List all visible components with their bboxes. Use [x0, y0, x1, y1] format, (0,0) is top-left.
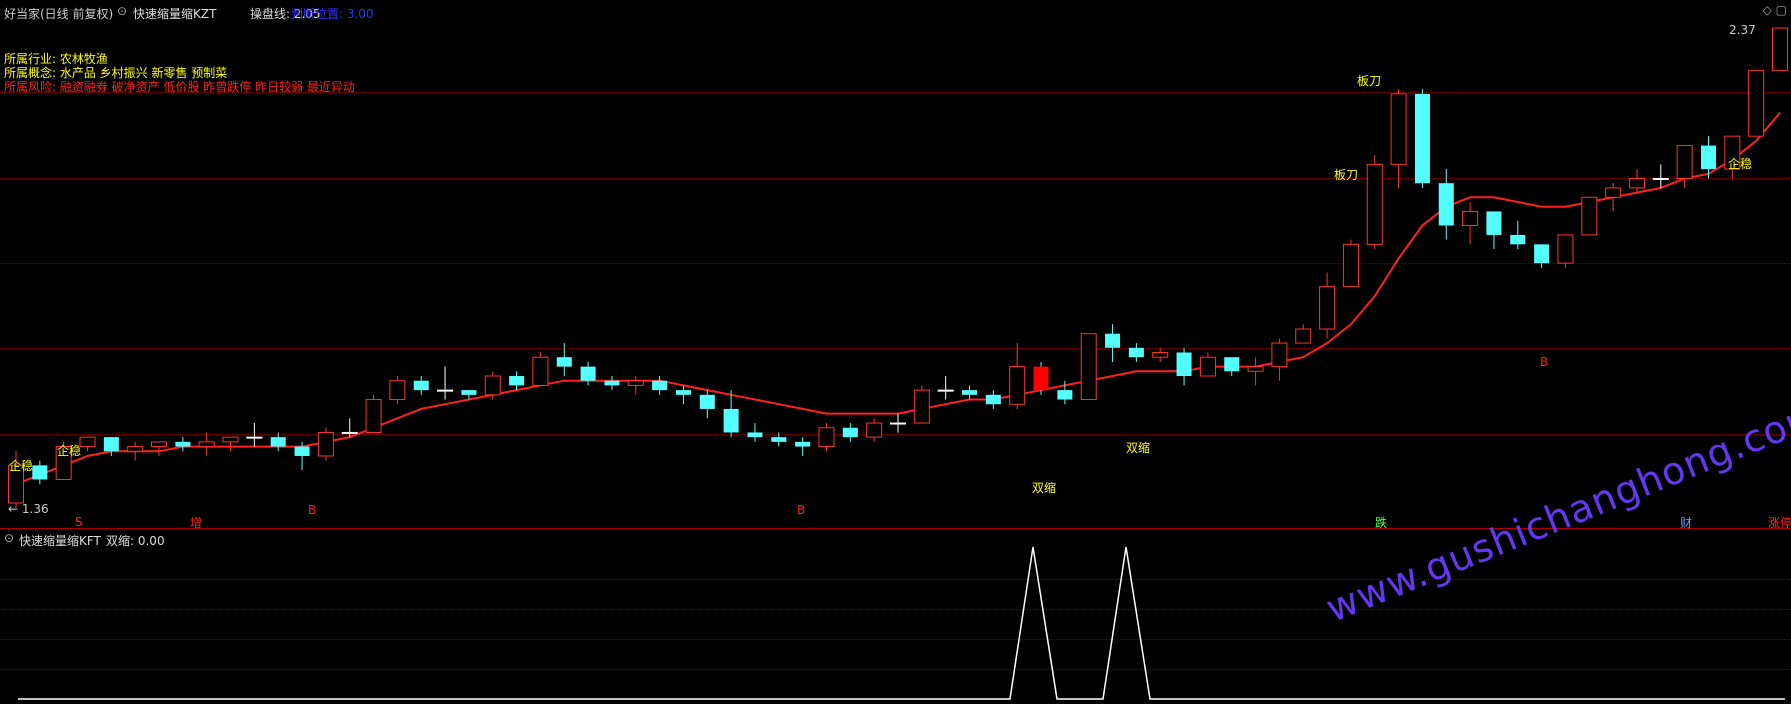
candle: [1033, 361, 1049, 395]
signal-shuangsuo-1: 双缩: [1032, 481, 1057, 495]
candle: [127, 441, 144, 461]
candle: [365, 394, 382, 433]
candle: [985, 390, 1001, 409]
shuangsuo-line: [18, 546, 1785, 700]
candle: [771, 432, 787, 447]
candle: [1319, 272, 1336, 339]
candle: [1438, 169, 1454, 240]
candle: [1772, 27, 1788, 71]
candle: [413, 376, 429, 395]
sub-indicator-name[interactable]: 快速缩量缩KFT: [19, 532, 101, 549]
signal-sell: S: [75, 515, 83, 529]
candle: [1462, 202, 1479, 245]
candle: [913, 385, 930, 424]
signal-buy-2: B: [797, 503, 806, 517]
candle: [1271, 338, 1288, 381]
candle: [1605, 183, 1622, 212]
collapse-icon[interactable]: ⊙: [4, 531, 14, 545]
candle: [151, 441, 168, 456]
stock-title: 好当家(日线 前复权): [4, 7, 114, 21]
candle: [699, 390, 715, 419]
candle: [484, 371, 501, 400]
candle: [317, 427, 334, 461]
candle: [818, 423, 835, 452]
signal-bandao-2: 板刀: [1334, 168, 1359, 182]
collapse-icon[interactable]: ⊙: [117, 4, 127, 18]
indicator-name[interactable]: 快速缩量缩KZT: [133, 5, 216, 22]
candle: [675, 385, 691, 405]
candle: [1295, 324, 1312, 344]
sub-indicator-value: 双缩: 0.00: [106, 534, 165, 548]
candle: [1748, 69, 1765, 137]
candle: [509, 371, 525, 391]
candle: [842, 423, 858, 442]
candle: [32, 460, 48, 485]
candle: [1366, 154, 1383, 250]
candle: [723, 390, 739, 438]
candle: [79, 436, 96, 452]
candle: [1581, 196, 1598, 236]
candle: [627, 376, 644, 395]
candle: [1652, 164, 1669, 188]
candle: [962, 385, 978, 400]
candle: [1486, 211, 1502, 250]
signal-buy-3: B: [1540, 355, 1549, 369]
candle: [1342, 239, 1359, 288]
candle: [747, 423, 763, 442]
candle: [1247, 357, 1264, 386]
candle: [795, 437, 811, 456]
main-chart-panel[interactable]: 好当家(日线 前复权) ⊙ 快速缩量缩KZT 操盘线: 2.05 判断位置: 3…: [0, 0, 1791, 530]
candle: [556, 343, 572, 377]
candle: [437, 366, 454, 400]
chart-settings-icon[interactable]: ◇ ▢: [1763, 3, 1787, 17]
candle: [580, 361, 596, 386]
candle: [1510, 220, 1526, 250]
candle: [222, 436, 239, 452]
candle: [1199, 352, 1216, 377]
candle: [1009, 343, 1026, 409]
candle: [246, 423, 263, 447]
candle: [1390, 89, 1407, 188]
candle: [652, 376, 668, 395]
signal-qiwen-3: 企稳: [1728, 157, 1753, 171]
candle: [866, 418, 883, 442]
candle: [1105, 324, 1121, 362]
candle: [1414, 89, 1430, 188]
signal-qiwen-2: 企稳: [57, 444, 82, 458]
candle: [1152, 347, 1169, 362]
signal-buy-1: B: [308, 503, 317, 517]
candle: [937, 376, 954, 400]
price-low-label: ← 1.36: [8, 502, 49, 516]
signal-bandao-1: 板刀: [1357, 74, 1382, 88]
candle: [1628, 169, 1645, 193]
candle: [604, 376, 620, 391]
position-value: 判断位置: 3.00: [291, 7, 374, 21]
candle: [1080, 333, 1097, 401]
candle: [1534, 244, 1550, 268]
signal-qiwen-1: 企稳: [9, 459, 34, 473]
candle: [1224, 357, 1240, 377]
candle: [270, 432, 286, 452]
candle: [1128, 343, 1144, 362]
candle: [890, 413, 906, 433]
candle: [1700, 136, 1716, 179]
candle: [175, 437, 191, 452]
candle: [389, 376, 406, 405]
candle: [532, 352, 549, 386]
signal-shuangsuo-2: 双缩: [1126, 441, 1151, 455]
risk-info: 所属风险: 融资融券 破净资产 低价股 昨曾跌停 昨日较弱 最近异动: [4, 80, 355, 94]
candle: [1176, 347, 1192, 386]
price-high-label: 2.37: [1729, 23, 1756, 37]
candle: [1557, 234, 1574, 268]
candle: [198, 432, 215, 456]
